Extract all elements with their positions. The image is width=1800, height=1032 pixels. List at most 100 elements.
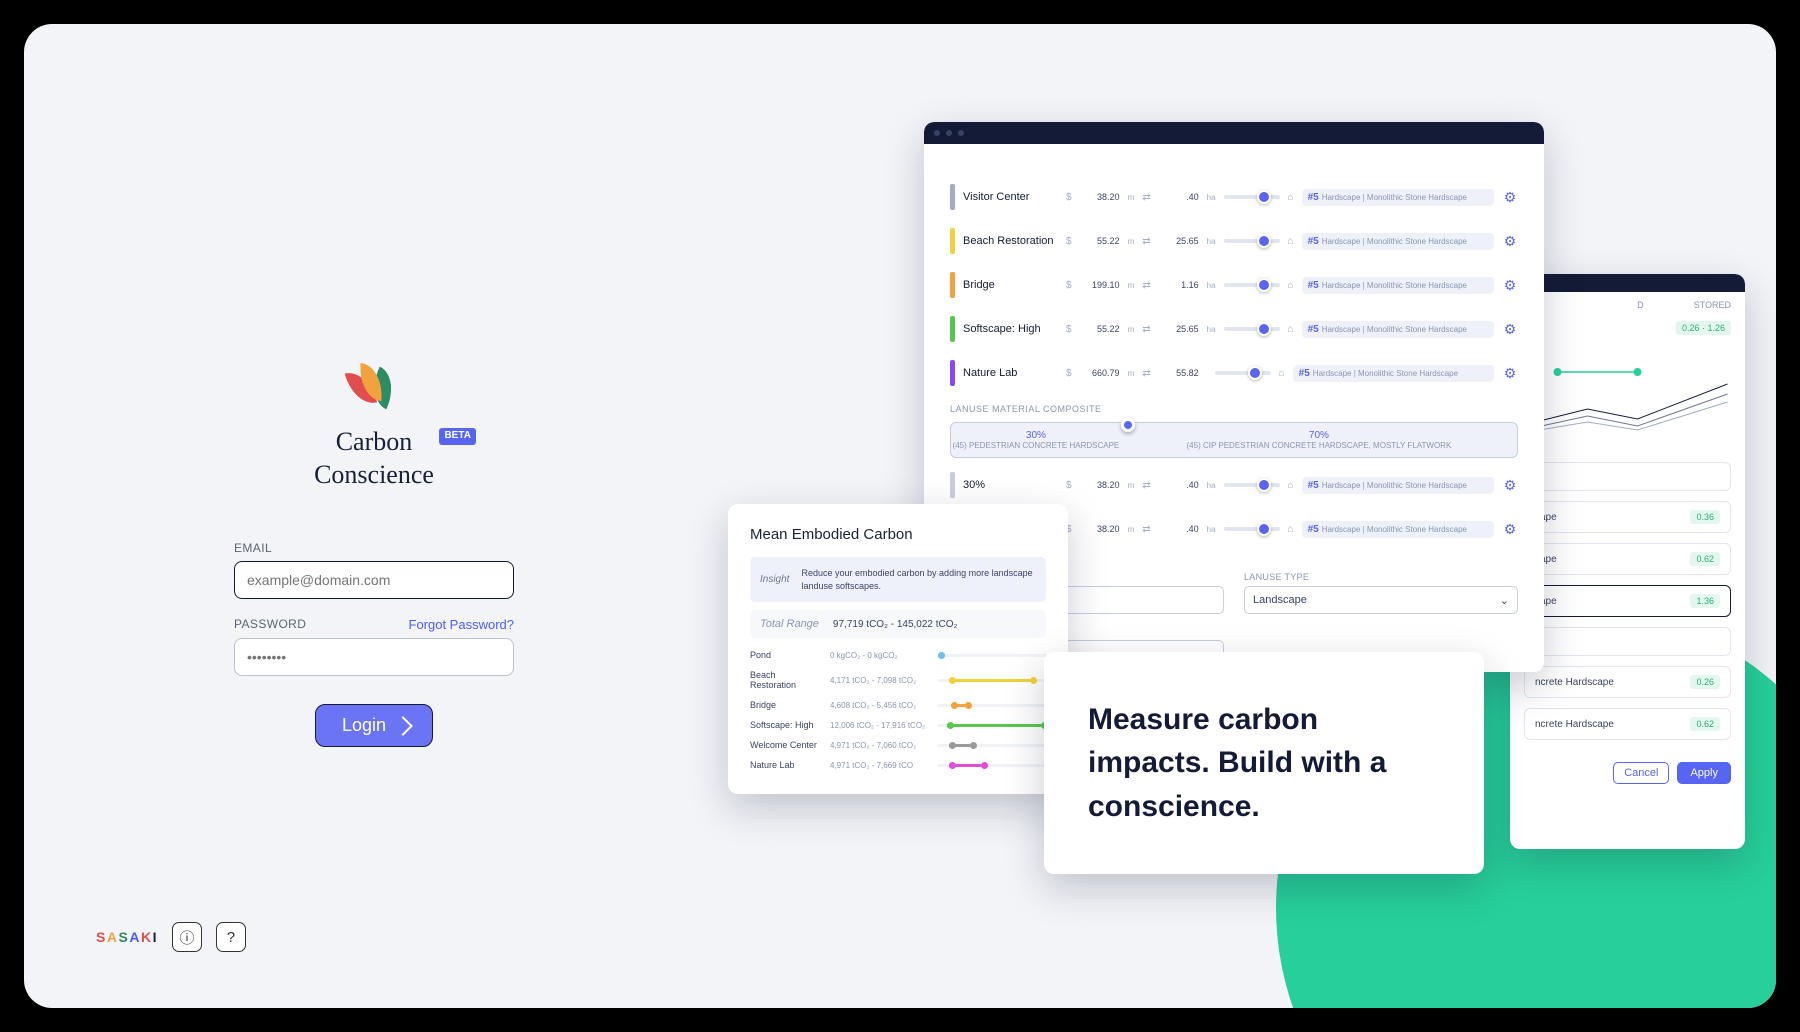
row-slider[interactable] <box>1224 195 1280 199</box>
value-1: 660.79 <box>1080 368 1120 378</box>
landuse-option[interactable]: cape0.62 <box>1524 543 1731 575</box>
swap-icon: ⇄ <box>1142 524 1150 535</box>
landuse-option[interactable]: ncrete Hardscape0.26 <box>1524 666 1731 698</box>
mini-chart <box>1524 344 1731 444</box>
gear-icon[interactable]: ⚙ <box>1502 277 1518 293</box>
landuse-row: Nature Lab$660.79m⇄55.82⌂#5Hardscape | M… <box>950 360 1518 386</box>
chevron-down-icon: ⌄ <box>1500 594 1509 607</box>
row-slider[interactable] <box>1224 483 1280 487</box>
row-slider[interactable] <box>1224 239 1280 243</box>
embodied-row: Softscape: High12,006 tCO₂ - 17,916 tCO₂ <box>750 720 1046 730</box>
row-tag[interactable]: #5Hardscape | Monolithic Stone Hardscape <box>1302 321 1494 338</box>
stored-chip: 0.62 <box>1690 717 1720 731</box>
value-1: 55.22 <box>1080 324 1120 334</box>
value-2: 25.65 <box>1159 324 1199 334</box>
email-label: EMAIL <box>234 541 272 555</box>
value-1: 199.10 <box>1080 280 1120 290</box>
row-tag[interactable]: #5Hardscape | Monolithic Stone Hardscape <box>1302 477 1494 494</box>
value-1: 38.20 <box>1080 524 1120 534</box>
login-panel: CarbonConscience BETA EMAIL PASSWORD For… <box>234 364 514 747</box>
embodied-bar <box>938 764 1046 767</box>
gear-icon[interactable]: ⚙ <box>1502 521 1518 537</box>
landuse-option[interactable]: k <box>1524 627 1731 656</box>
swap-icon: ⇄ <box>1142 280 1150 291</box>
value-2: 1.16 <box>1159 280 1199 290</box>
help-button[interactable]: ? <box>216 922 246 952</box>
landuse-option[interactable]: cape1.36 <box>1524 585 1731 617</box>
embodied-bar <box>938 679 1046 682</box>
stored-top-chip: 0.26 · 1.26 <box>1676 321 1731 335</box>
gear-icon[interactable]: ⚙ <box>1502 189 1518 205</box>
apply-button[interactable]: Apply <box>1677 762 1731 784</box>
row-tag[interactable]: #5Hardscape | Monolithic Stone Hardscape <box>1293 365 1494 382</box>
cancel-button[interactable]: Cancel <box>1613 762 1669 784</box>
insight-box: Insight Reduce your embodied carbon by a… <box>750 557 1046 602</box>
embodied-title: Mean Embodied Carbon <box>750 526 1046 543</box>
value-2: .40 <box>1159 480 1199 490</box>
row-slider[interactable] <box>1224 327 1280 331</box>
landuse-row: Visitor Center$38.20m⇄.40ha⌂#5Hardscape … <box>950 184 1518 210</box>
home-icon: ⌂ <box>1288 480 1294 491</box>
value-2: .40 <box>1159 524 1199 534</box>
card-embodied: Mean Embodied Carbon Insight Reduce your… <box>728 504 1068 794</box>
login-button[interactable]: Login <box>315 704 433 747</box>
row-tag[interactable]: #5Hardscape | Monolithic Stone Hardscape <box>1302 233 1494 250</box>
password-label: PASSWORD <box>234 617 306 631</box>
composite-title: LANUSE MATERIAL COMPOSITE <box>950 404 1518 414</box>
value-2: .40 <box>1159 192 1199 202</box>
email-field[interactable] <box>234 561 514 599</box>
info-button[interactable]: ⓘ <box>172 922 202 952</box>
row-tag[interactable]: #5Hardscape | Monolithic Stone Hardscape <box>1302 521 1494 538</box>
stored-chip: 0.36 <box>1690 510 1720 524</box>
landuse-option[interactable]: cape0.36 <box>1524 501 1731 533</box>
sasaki-logo: SASAKI <box>96 929 158 945</box>
dollar-icon: $ <box>1066 480 1072 491</box>
home-icon: ⌂ <box>1288 280 1294 291</box>
window-titlebar <box>924 122 1544 144</box>
landuse-option[interactable]: ncrete Hardscape0.62 <box>1524 708 1731 740</box>
embodied-bar <box>938 744 1046 747</box>
row-name: Beach Restoration <box>963 235 1058 247</box>
row-slider[interactable] <box>1215 371 1271 375</box>
row-name: Visitor Center <box>963 191 1058 203</box>
gear-icon[interactable]: ⚙ <box>1502 477 1518 493</box>
value-2: 25.65 <box>1159 236 1199 246</box>
row-slider[interactable] <box>1224 283 1280 287</box>
swap-icon: ⇄ <box>1142 236 1150 247</box>
stored-chip: 0.62 <box>1690 552 1720 566</box>
row-tag[interactable]: #5Hardscape | Monolithic Stone Hardscape <box>1302 189 1494 206</box>
row-name: Nature Lab <box>963 367 1058 379</box>
color-stripe <box>950 472 955 498</box>
landuse-select[interactable]: Landscape ⌄ <box>1244 586 1518 614</box>
home-icon: ⌂ <box>1288 236 1294 247</box>
composite-handle[interactable] <box>1121 418 1135 432</box>
color-stripe <box>950 184 955 210</box>
stored-chip: 1.36 <box>1690 594 1720 608</box>
card-tagline: Measure carbon impacts. Build with a con… <box>1044 652 1484 874</box>
embodied-row: Welcome Center4,971 tCO₂ - 7,060 tCO₂ <box>750 740 1046 750</box>
row-name: Bridge <box>963 279 1058 291</box>
composite-slider[interactable]: 30% (45) PEDESTRIAN CONCRETE HARDSCAPE 7… <box>950 422 1518 458</box>
stored-chip: 0.26 <box>1690 675 1720 689</box>
gear-icon[interactable]: ⚙ <box>1502 321 1518 337</box>
landuse-row: Softscape: High$55.22m⇄25.65ha⌂#5Hardsca… <box>950 316 1518 342</box>
row-slider[interactable] <box>1224 527 1280 531</box>
leaf-icon <box>349 364 399 412</box>
gear-icon[interactable]: ⚙ <box>1502 233 1518 249</box>
total-range: Total Range 97,719 tCO₂ - 145,022 tCO₂ <box>750 610 1046 638</box>
tagline-text: Measure carbon impacts. Build with a con… <box>1088 698 1440 829</box>
gear-icon[interactable]: ⚙ <box>1502 365 1518 381</box>
landuse-option[interactable]: e <box>1524 462 1731 491</box>
swap-icon: ⇄ <box>1142 368 1150 379</box>
landuse-label: LANUSE TYPE <box>1244 572 1518 582</box>
password-field[interactable] <box>234 638 514 676</box>
row-tag[interactable]: #5Hardscape | Monolithic Stone Hardscape <box>1302 277 1494 294</box>
swap-icon: ⇄ <box>1142 192 1150 203</box>
forgot-password-link[interactable]: Forgot Password? <box>409 617 515 632</box>
home-icon: ⌂ <box>1288 192 1294 203</box>
swap-icon: ⇄ <box>1142 480 1150 491</box>
col-stored: STORED <box>1694 300 1731 310</box>
landuse-row: 30%$38.20m⇄.40ha⌂#5Hardscape | Monolithi… <box>950 472 1518 498</box>
value-1: 55.22 <box>1080 236 1120 246</box>
value-2: 55.82 <box>1159 368 1199 378</box>
